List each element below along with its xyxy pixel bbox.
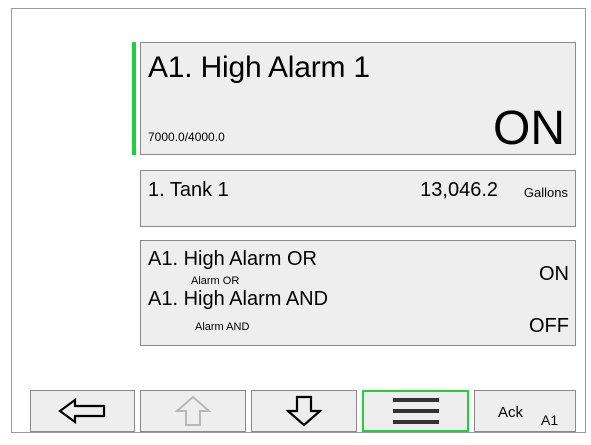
acknowledge-button[interactable]: Ack A1 xyxy=(474,390,576,432)
tank-name: 1. Tank 1 xyxy=(148,179,229,201)
arrow-left-icon xyxy=(57,398,105,424)
alarm-logic-tile[interactable]: A1. High Alarm OR Alarm OR ON A1. High A… xyxy=(140,240,576,346)
alarm-state: ON xyxy=(493,102,565,155)
down-button[interactable] xyxy=(251,390,357,432)
alarm-or-state: ON xyxy=(539,263,569,285)
up-button[interactable] xyxy=(140,390,246,432)
tank-unit: Gallons xyxy=(523,185,568,200)
alarm-and-subtitle: Alarm AND xyxy=(195,321,250,333)
back-button[interactable] xyxy=(30,390,135,432)
alarm-title: A1. High Alarm 1 xyxy=(148,51,370,84)
menu-button[interactable] xyxy=(362,390,469,432)
menu-icon xyxy=(392,398,439,424)
alarm-or-subtitle: Alarm OR xyxy=(191,275,240,287)
ack-alarm-id: A1 xyxy=(541,412,559,428)
alarm-or-name: A1. High Alarm OR xyxy=(148,248,317,270)
alarm-and-state: OFF xyxy=(529,315,569,337)
tank-tile[interactable]: 1. Tank 1 13,046.2 Gallons xyxy=(140,170,576,227)
arrow-down-icon xyxy=(286,395,322,427)
alarm-and-name: A1. High Alarm AND xyxy=(148,288,329,310)
alarm-setpoints: 7000.0/4000.0 xyxy=(148,130,225,144)
alarm-active-indicator xyxy=(132,42,136,155)
tank-value: 13,046.2 xyxy=(420,179,498,201)
ack-label: Ack xyxy=(498,404,524,421)
alarm-tile[interactable]: A1. High Alarm 1 7000.0/4000.0 ON xyxy=(140,42,576,155)
arrow-up-icon xyxy=(175,395,211,426)
